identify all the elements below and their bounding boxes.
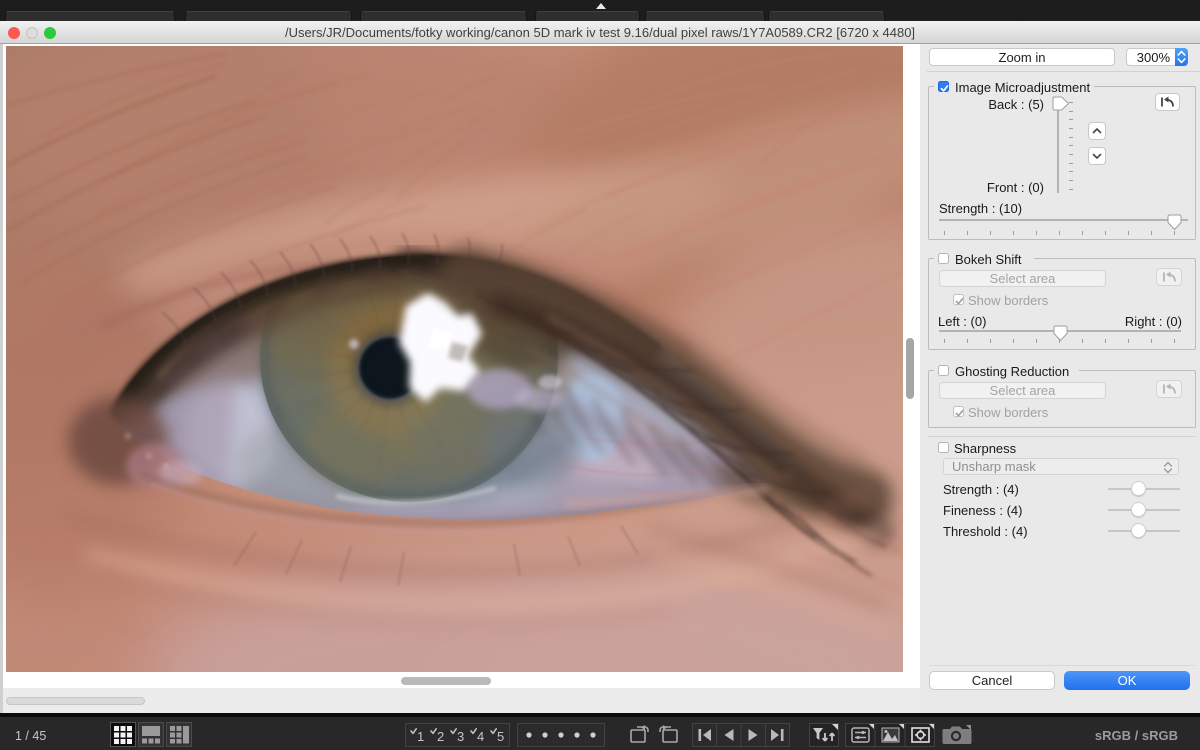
svg-text:4: 4 xyxy=(477,729,484,744)
svg-text:3: 3 xyxy=(457,729,464,744)
svg-text:5: 5 xyxy=(497,729,504,744)
svg-text:1: 1 xyxy=(417,729,424,744)
svg-text:2: 2 xyxy=(437,729,444,744)
